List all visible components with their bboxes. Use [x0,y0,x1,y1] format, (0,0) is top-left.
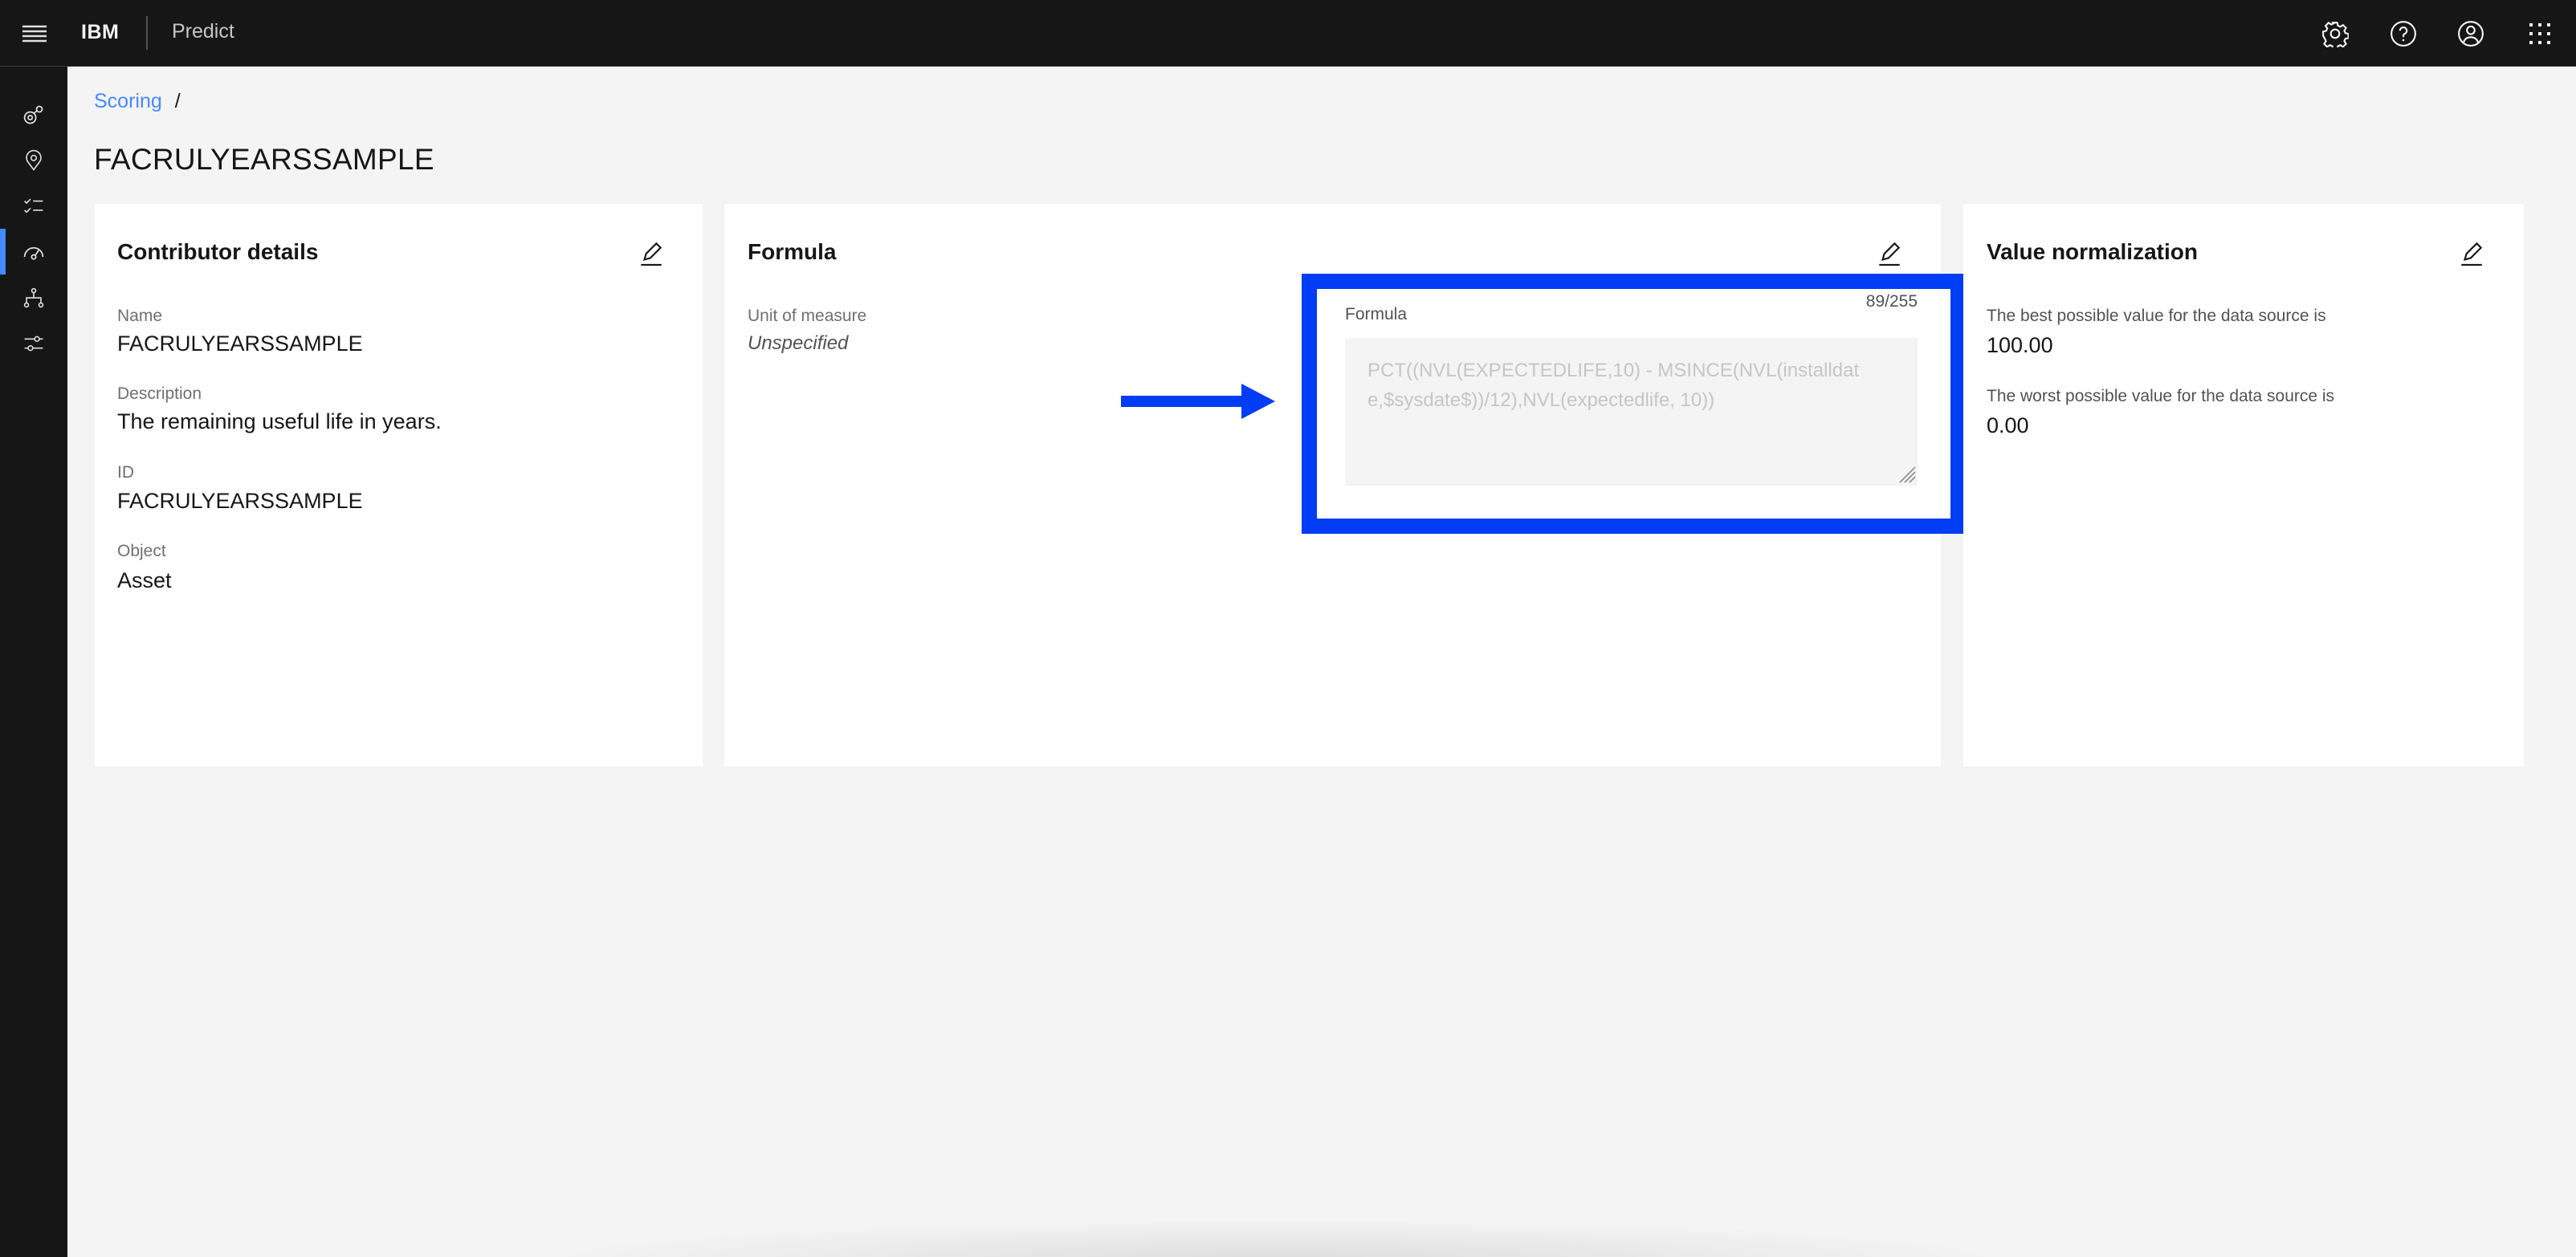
edit-contributor-button[interactable] [634,236,668,270]
checklist-icon [24,197,43,213]
name-label: Name [117,307,163,325]
app-switcher-icon[interactable] [2522,16,2558,51]
model-icon [23,105,43,124]
id-label: ID [117,463,134,482]
contributor-details-title: Contributor details [117,239,319,264]
value-normalization-card [1963,204,2524,767]
sidebar-item-scoring[interactable] [0,229,67,275]
object-value: Asset [117,568,172,592]
product-name: Predict [172,20,234,43]
id-value: FACRULYEARSSAMPLE [117,489,363,513]
sliders-icon [24,336,43,351]
bottom-shadow [514,1220,2040,1257]
sidebar-item-models[interactable] [0,92,67,137]
user-avatar-icon[interactable] [2453,16,2488,51]
unit-of-measure-label: Unit of measure [748,307,867,325]
character-counter: 89/255 [1865,292,1918,311]
sidebar-item-locations[interactable] [0,137,67,183]
best-value-label: The best possible value for the data sou… [1987,307,2326,325]
breadcrumb: Scoring / [94,90,181,113]
formula-field-label: Formula [1345,305,1408,323]
formula-textarea[interactable]: PCT((NVL(EXPECTEDLIFE,10) - MSINCE(NVL(i… [1345,338,1918,486]
sidebar-item-hierarchy[interactable] [0,275,67,320]
hamburger-menu-icon[interactable] [18,18,51,50]
worst-value-label: The worst possible value for the data so… [1987,387,2335,405]
header-divider [146,16,148,50]
annotation-arrow-icon [1121,384,1275,419]
edit-formula-button[interactable] [1873,236,1906,270]
gear-icon[interactable] [2317,16,2353,51]
page-title: FACRULYEARSSAMPLE [94,143,434,176]
resize-handle-icon[interactable] [1897,464,1916,483]
name-value: FACRULYEARSSAMPLE [117,332,363,356]
object-label: Object [117,542,166,560]
help-icon[interactable] [2386,16,2421,51]
breadcrumb-scoring-link[interactable]: Scoring [94,90,162,113]
description-value: The remaining useful life in years. [117,409,442,433]
edit-icon [2461,242,2483,266]
contributor-details-card [95,204,703,767]
description-label: Description [117,384,202,403]
edit-icon [641,242,662,266]
edit-icon [1879,242,1901,266]
side-nav [0,67,67,1257]
worst-value: 0.00 [1987,413,2029,437]
sidebar-item-settings[interactable] [0,320,67,366]
hierarchy-icon [23,287,44,307]
brand-logo[interactable]: IBM [81,21,119,44]
unit-of-measure-value: Unspecified [748,332,849,354]
edit-normalization-button[interactable] [2455,236,2488,270]
value-normalization-title: Value normalization [1987,239,2198,264]
location-icon [26,149,42,171]
breadcrumb-separator: / [174,90,181,112]
gauge-icon [23,246,44,260]
sidebar-item-checklists[interactable] [0,183,67,229]
best-value: 100.00 [1987,333,2053,357]
top-header: IBM Predict [0,0,2576,67]
formula-card-title: Formula [748,239,837,264]
